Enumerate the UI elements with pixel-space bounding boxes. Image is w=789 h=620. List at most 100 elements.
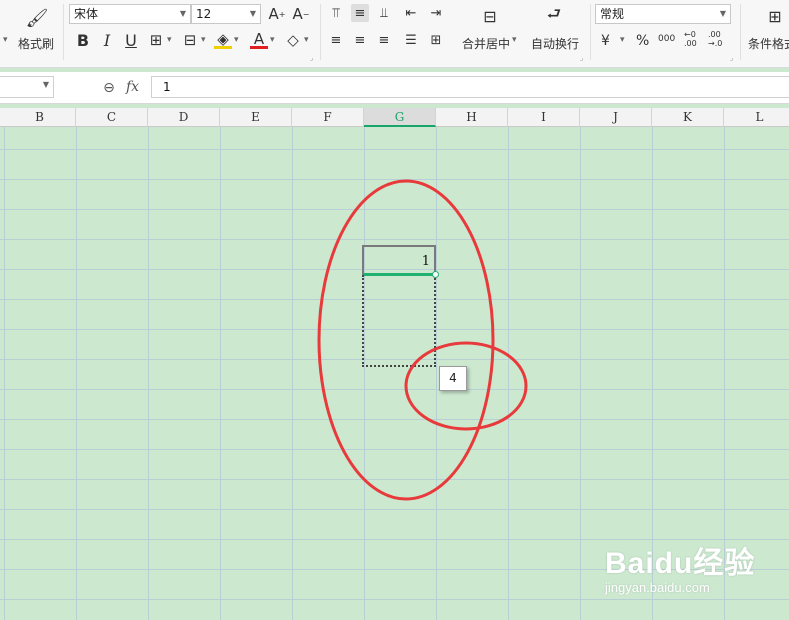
align-left-icon[interactable]: ≡ [327,31,345,49]
column-header-j[interactable]: J [580,108,652,127]
justify-icon[interactable]: ☰ [402,31,420,49]
divider [590,4,591,60]
column-header-f[interactable]: F [292,108,364,127]
dialog-launcher-icon[interactable]: ⌟ [580,54,583,62]
selected-cell[interactable]: 1 [362,245,436,276]
font-name-value: 宋体 [74,7,99,21]
border-icon[interactable]: ⊞ [147,31,165,49]
align-center-icon[interactable]: ≡ [351,31,369,49]
chevron-down-icon[interactable]: ▾ [234,35,239,45]
number-format-select[interactable]: 常规 ▼ [595,4,731,24]
grid-column-line [76,127,77,620]
grid-row-line [0,419,789,420]
grid-row-line [0,239,789,240]
dialog-launcher-icon[interactable]: ⌟ [310,54,313,62]
grid-row-line [0,509,789,510]
formula-value: 1 [163,80,171,94]
thousands-separator-button[interactable]: 000 [658,34,675,44]
align-bottom-icon[interactable]: ⫫ [375,4,393,22]
grid-column-line [4,127,5,620]
column-header-e[interactable]: E [220,108,292,127]
font-color-icon[interactable]: A [250,30,268,49]
column-header-i[interactable]: I [508,108,580,127]
grid-column-line [508,127,509,620]
bold-button[interactable]: B [74,31,92,50]
conditional-format-button[interactable]: 条件格式 [748,35,789,52]
font-size-value: 12 [196,7,212,21]
align-top-icon[interactable]: ⫪ [327,4,345,22]
column-header-k[interactable]: K [652,108,724,127]
percent-button[interactable]: % [636,33,649,49]
grid-column-line [436,127,437,620]
font-name-select[interactable]: 宋体 ▼ [69,4,191,24]
autofill-preview-range [362,275,436,367]
grid-row-line [0,149,789,150]
increase-decimal-button[interactable]: ←0 .00 [684,30,704,48]
chevron-down-icon[interactable]: ▾ [620,35,625,45]
divider [63,4,64,60]
grid-row-line [0,389,789,390]
chevron-down-icon: ▼ [249,9,256,18]
cell-style-icon[interactable]: ⊟ [181,31,199,49]
divider [740,4,741,60]
grid-row-line [0,209,789,210]
increase-indent-icon[interactable]: ⇥ [427,4,445,22]
watermark-url: jingyan.baidu.com [605,580,710,595]
increase-font-size-icon[interactable]: A + [268,5,286,23]
font-size-select[interactable]: 12 ▼ [191,4,261,24]
divider [320,4,321,60]
align-right-icon[interactable]: ≡ [375,31,393,49]
merge-center-icon[interactable]: ⊟ [479,5,501,27]
chevron-down-icon[interactable]: ▾ [3,35,8,45]
grid-row-line [0,449,789,450]
chevron-down-icon[interactable]: ▾ [201,35,206,45]
zoom-search-icon[interactable]: ⊖ [100,79,118,97]
wrap-text-icon[interactable]: ⮐ [543,4,565,27]
fill-color-icon[interactable]: ◈ [214,30,232,49]
grid-column-line [364,127,365,620]
grid-column-line [148,127,149,620]
grid-column-line [580,127,581,620]
underline-button[interactable]: U [122,31,140,50]
grid-row-line [0,599,789,600]
grid-column-line [292,127,293,620]
formula-input[interactable]: 1 [151,76,789,98]
chevron-down-icon[interactable]: ▾ [304,35,309,45]
italic-button[interactable]: I [98,31,116,50]
eraser-icon[interactable]: ◇ [284,31,302,49]
dialog-launcher-icon[interactable]: ⌟ [730,54,733,62]
decrease-font-size-icon[interactable]: A − [292,5,310,23]
grid-row-line [0,479,789,480]
decrease-indent-icon[interactable]: ⇤ [402,4,420,22]
number-format-value: 常规 [600,7,625,21]
conditional-format-icon[interactable]: ⊞ [764,5,786,27]
grid-column-line [220,127,221,620]
distributed-icon[interactable]: ⊞ [427,31,445,49]
chevron-down-icon[interactable]: ▾ [512,35,517,45]
fill-handle[interactable] [432,271,439,278]
ribbon-toolbar: 🖌 格式刷 ▾ 宋体 ▼ 12 ▼ A + A − B I U ⊞ ▾ ⊟ ▾ ◈ … [0,0,789,68]
format-painter-label[interactable]: 格式刷 [18,35,54,52]
column-header-h[interactable]: H [436,108,508,127]
fill-value-tooltip: 4 [439,366,467,391]
watermark-brand: Baidu经验 [605,547,756,580]
grid-row-line [0,179,789,180]
column-header-c[interactable]: C [76,108,148,127]
wrap-text-button[interactable]: 自动换行 [531,35,579,52]
chevron-down-icon[interactable]: ▾ [167,35,172,45]
chevron-down-icon: ▼ [179,9,186,18]
baidu-watermark: Baidu经验 jingyan.baidu.com [605,538,755,595]
align-middle-icon[interactable]: ≡ [351,4,369,22]
format-painter-icon[interactable]: 🖌 [26,6,49,30]
column-header-row: BCDEFGHIJKL [0,108,789,127]
column-header-b[interactable]: B [4,108,76,127]
column-header-d[interactable]: D [148,108,220,127]
fx-insert-function-button[interactable]: fx [126,79,139,95]
merge-center-button[interactable]: 合并居中 [462,35,510,52]
decrease-decimal-button[interactable]: .00 →.0 [708,30,728,48]
column-header-g[interactable]: G [364,108,436,127]
name-box[interactable]: ▼ [0,76,54,98]
column-header-l[interactable]: L [724,108,789,127]
chevron-down-icon[interactable]: ▾ [270,35,275,45]
currency-button[interactable]: ¥ [601,33,610,49]
